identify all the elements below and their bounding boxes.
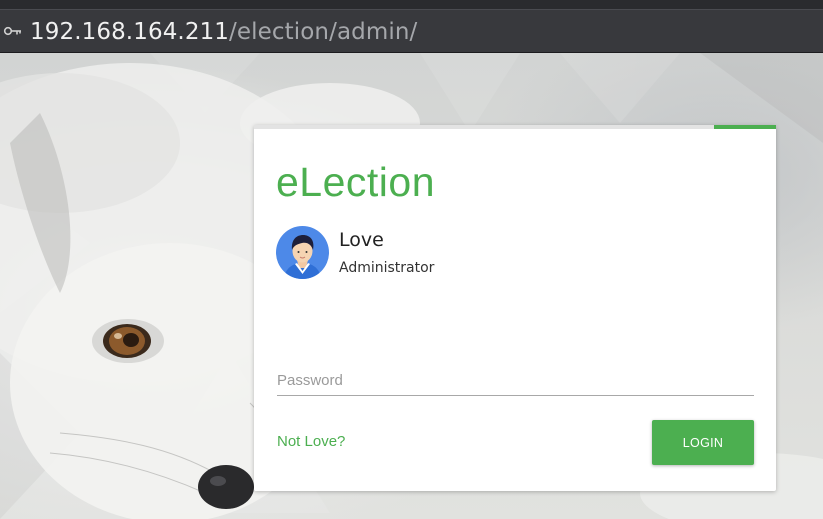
login-card: eLection Love Administrator Not Love? LO… <box>254 125 776 491</box>
user-avatar-icon <box>276 226 329 279</box>
card-progress-accent <box>714 125 776 129</box>
user-name: Love <box>339 229 384 251</box>
url-path: /election/admin/ <box>229 19 418 45</box>
key-icon <box>3 26 21 36</box>
card-progress-bar <box>254 125 776 129</box>
user-role: Administrator <box>339 260 435 276</box>
login-button[interactable]: LOGIN <box>652 420 754 465</box>
url-host: 192.168.164.211 <box>30 19 230 45</box>
brand-title: eLection <box>276 159 436 205</box>
switch-user-link[interactable]: Not Love? <box>277 433 345 450</box>
url-text[interactable]: 192.168.164.211/election/admin/ <box>30 16 417 48</box>
address-bar[interactable]: 192.168.164.211/election/admin/ <box>0 9 823 53</box>
password-input[interactable] <box>277 365 754 396</box>
browser-top-strip <box>0 0 823 9</box>
page-background: eLection Love Administrator Not Love? LO… <box>0 53 823 519</box>
